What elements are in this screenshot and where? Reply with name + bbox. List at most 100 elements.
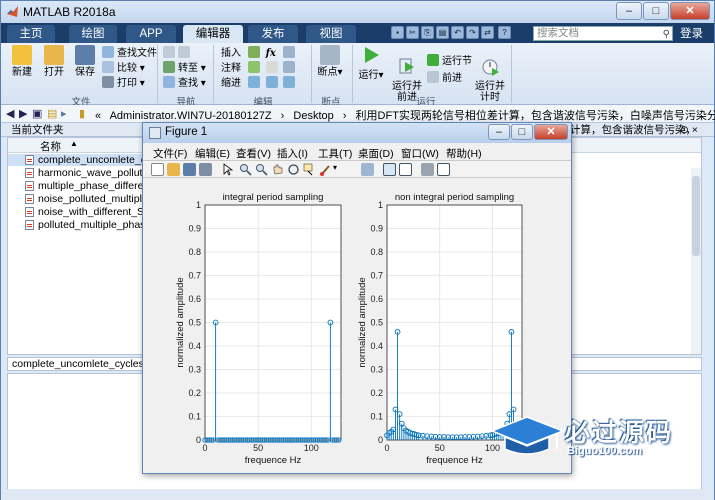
find-button[interactable]: 查找 ▾	[163, 76, 206, 90]
forward-arrow-icon[interactable]: ▶	[19, 107, 27, 120]
advance-button[interactable]: 前进	[427, 71, 462, 85]
folder-up-icon[interactable]: ▣	[32, 107, 42, 120]
print-button[interactable]: 打印 ▾	[102, 76, 145, 90]
browse-folder-icon[interactable]: ▤	[47, 107, 57, 120]
goto-button[interactable]: 转至 ▾	[163, 61, 206, 75]
watermark-sub-text: Biguo100.com	[567, 445, 643, 457]
quick-switch-icon[interactable]: ⇄	[481, 26, 494, 39]
editor-header-controls[interactable]: ⊙ ×	[680, 123, 698, 137]
tab-apps[interactable]: APP	[126, 25, 176, 43]
close-button[interactable]: ✕	[670, 2, 710, 20]
m-file-icon	[25, 194, 34, 204]
y-axis-label: normalized amplitude	[357, 277, 368, 367]
data-cursor-icon[interactable]	[303, 163, 316, 176]
compare-button[interactable]: 比较 ▾	[102, 61, 145, 75]
hide-plot-tools-icon[interactable]	[421, 163, 434, 176]
quick-paste-icon[interactable]: ▤	[436, 26, 449, 39]
link-plot-icon[interactable]	[361, 163, 374, 176]
menu-help[interactable]: 帮助(H)	[446, 146, 482, 161]
print-figure-icon[interactable]	[199, 163, 212, 176]
pan-icon[interactable]	[271, 163, 284, 176]
insert-colorbar-icon[interactable]	[383, 163, 396, 176]
tab-home[interactable]: 主页	[7, 25, 55, 43]
quick-cut-icon[interactable]: ✂	[406, 26, 419, 39]
figure-toolbar: ▾	[143, 160, 571, 178]
quick-redo-icon[interactable]: ↷	[466, 26, 479, 39]
breadcrumb-desktop[interactable]: Desktop	[293, 110, 333, 122]
zoom-in-icon[interactable]	[239, 163, 252, 176]
ribbon-separator	[511, 45, 512, 103]
x-axis-label: frequence Hz	[426, 455, 483, 466]
y-tick-label: 0.7	[188, 271, 201, 281]
tab-plots[interactable]: 绘图	[69, 25, 117, 43]
breadcrumb-folder[interactable]: 利用DFT实现两轮信号相位差计算，包含谐波信号污染，白噪声信号污染分析	[356, 110, 715, 122]
brush-icon[interactable]	[319, 163, 332, 176]
maximize-button[interactable]: □	[643, 2, 669, 20]
tab-editor[interactable]: 编辑器	[183, 25, 243, 43]
pointer-icon[interactable]	[221, 163, 234, 176]
quick-save-icon[interactable]: ▪	[391, 26, 404, 39]
y-tick-label: 1	[196, 200, 201, 210]
rotate-icon[interactable]	[287, 163, 300, 176]
y-tick-label: 0.3	[370, 365, 383, 375]
dropdown-arrow-icon[interactable]: ▸	[61, 107, 67, 120]
show-plot-tools-icon[interactable]	[437, 163, 450, 176]
search-icon[interactable]: ⚲	[663, 28, 670, 41]
folder-open-icon	[44, 45, 64, 65]
breadcrumb[interactable]: « Administrator.WIN7U-20180127Z › Deskto…	[95, 107, 715, 123]
insert-button[interactable]: 插入 fx	[221, 46, 298, 60]
menu-window[interactable]: 窗口(W)	[401, 146, 439, 161]
figure-title-bar[interactable]: Figure 1 – □ ✕	[143, 123, 571, 143]
menu-file[interactable]: 文件(F)	[153, 146, 187, 161]
breakpoints-button[interactable]: 断点▾	[315, 45, 345, 78]
breadcrumb-user[interactable]: Administrator.WIN7U-20180127Z	[110, 110, 272, 122]
y-tick-label: 0.1	[370, 412, 383, 422]
tab-publish[interactable]: 发布	[248, 25, 298, 43]
figure-minimize-button[interactable]: –	[488, 124, 510, 140]
scrollbar-thumb[interactable]	[692, 176, 700, 256]
run-advance-icon	[399, 58, 414, 74]
figure-icon	[149, 127, 161, 139]
save-button[interactable]: 保存	[70, 45, 100, 78]
figure-maximize-button[interactable]: □	[511, 124, 533, 140]
matlab-window: MATLAB R2018a – □ ✕ 主页 绘图 APP 编辑器 发布 视图 …	[0, 0, 715, 500]
menu-insert[interactable]: 插入(I)	[277, 146, 308, 161]
sort-arrow-icon: ▲	[70, 139, 78, 148]
search-input[interactable]: 搜索文档 ⚲	[533, 26, 673, 41]
minimize-button[interactable]: –	[616, 2, 642, 20]
quick-undo-icon[interactable]: ↶	[451, 26, 464, 39]
quick-help-icon[interactable]: ?	[498, 26, 511, 39]
run-button[interactable]: 运行▾	[356, 45, 386, 81]
menu-edit[interactable]: 编辑(E)	[195, 146, 230, 161]
comment-icon	[247, 61, 260, 73]
find-files-button[interactable]: 查找文件	[102, 46, 157, 60]
scrollbar[interactable]	[691, 168, 701, 354]
menu-view[interactable]: 查看(V)	[236, 146, 271, 161]
run-section-button[interactable]: 运行节	[427, 54, 472, 68]
run-and-time-button[interactable]: 运行并 计时	[473, 45, 507, 103]
figure-close-button[interactable]: ✕	[534, 124, 568, 140]
open-button[interactable]: 打开	[39, 45, 69, 78]
nav-back-button[interactable]	[163, 46, 193, 60]
indent-button[interactable]: 缩进	[221, 76, 298, 90]
comment-wrap-icon	[265, 61, 278, 73]
new-button[interactable]: 新建	[7, 45, 37, 78]
status-bar	[1, 489, 714, 500]
y-tick-label: 0.2	[370, 388, 383, 398]
new-figure-icon[interactable]	[151, 163, 164, 176]
quick-copy-icon[interactable]: ⎘	[421, 26, 434, 39]
insert-legend-icon[interactable]	[399, 163, 412, 176]
brush-dropdown-icon[interactable]: ▾	[333, 163, 346, 176]
login-link[interactable]: 登录	[680, 25, 703, 41]
back-arrow-icon[interactable]: ◀	[6, 107, 14, 120]
open-file-icon[interactable]	[167, 163, 180, 176]
zoom-out-icon[interactable]	[255, 163, 268, 176]
save-figure-icon[interactable]	[183, 163, 196, 176]
tab-view[interactable]: 视图	[306, 25, 356, 43]
menu-desktop[interactable]: 桌面(D)	[358, 146, 394, 161]
comment-button[interactable]: 注释	[221, 61, 298, 75]
menu-tools[interactable]: 工具(T)	[318, 146, 352, 161]
fx-icon[interactable]: fx	[266, 48, 276, 59]
current-folder-title: 当前文件夹	[11, 124, 64, 136]
matlab-logo-icon	[7, 6, 18, 17]
